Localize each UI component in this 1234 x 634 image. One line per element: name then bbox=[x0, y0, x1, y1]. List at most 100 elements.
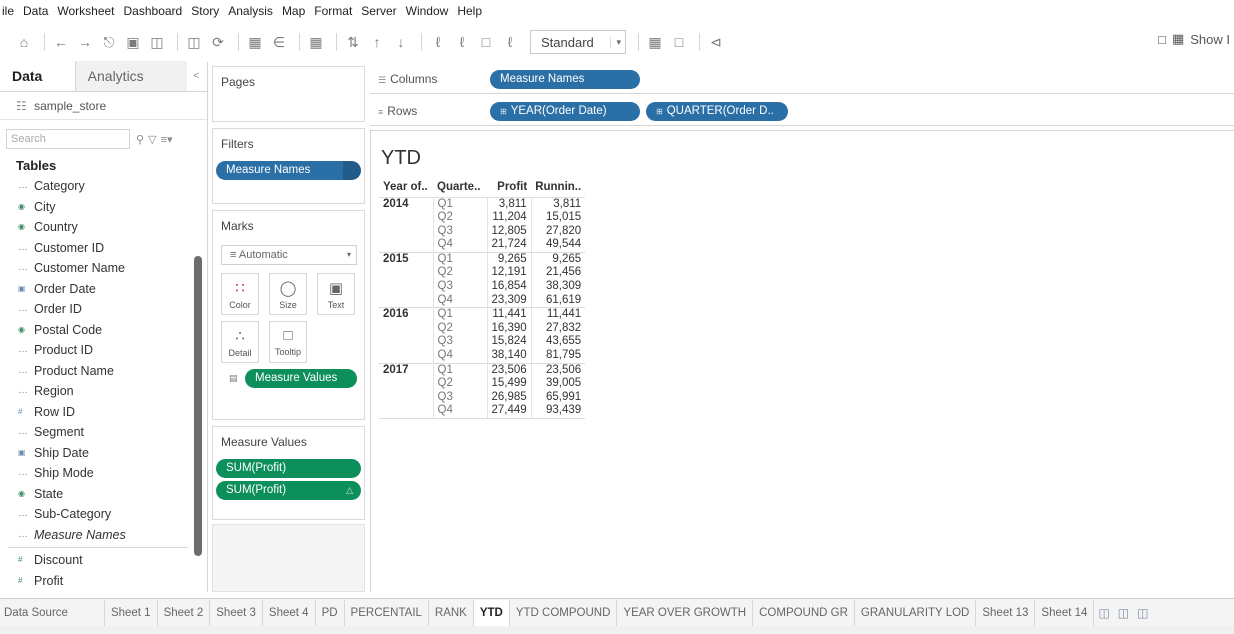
sheet-tab-compound-gr[interactable]: COMPOUND GR bbox=[753, 599, 855, 626]
sheet-tab-sheet-1[interactable]: Sheet 1 bbox=[105, 599, 158, 626]
quarter-cell[interactable]: Q1 bbox=[432, 197, 487, 212]
run-update-icon[interactable]: ▦ bbox=[245, 31, 265, 53]
sheet-tab-sheet-14[interactable]: Sheet 14 bbox=[1035, 599, 1095, 626]
quarter-cell[interactable]: Q4 bbox=[432, 293, 487, 309]
worksheet-view[interactable]: YTD Year of.. Quarte.. Profit Runnin.. 2… bbox=[370, 130, 1234, 592]
quarter-cell[interactable]: Q3 bbox=[432, 390, 487, 405]
size-button[interactable]: ◯ Size bbox=[269, 273, 307, 315]
quarter-cell[interactable]: Q4 bbox=[432, 404, 487, 420]
home-icon[interactable]: ⌂ bbox=[14, 31, 34, 53]
quarter-cell[interactable]: Q3 bbox=[432, 224, 487, 239]
data-source-tab[interactable]: Data Source bbox=[0, 599, 105, 626]
search-icon[interactable]: ⚲ bbox=[136, 133, 144, 146]
sheet-tab-sheet-2[interactable]: Sheet 2 bbox=[158, 599, 211, 626]
pages-card[interactable]: Pages bbox=[212, 66, 365, 122]
measure-value-pill-2[interactable]: SUM(Profit) △ bbox=[216, 481, 361, 500]
tooltip-icon[interactable]: □ bbox=[669, 31, 689, 53]
quarter-cell[interactable]: Q2 bbox=[432, 377, 487, 391]
quarter-cell[interactable]: Q1 bbox=[432, 252, 487, 267]
year-cell[interactable]: 2017 bbox=[379, 363, 433, 420]
datasource-item[interactable]: ☷ sample_store bbox=[0, 92, 207, 120]
pill-menu-handle[interactable] bbox=[343, 161, 361, 180]
menu-item-worksheet[interactable]: Worksheet bbox=[57, 4, 114, 18]
pause-icon[interactable]: ∈ bbox=[269, 31, 289, 53]
menu-item-help[interactable]: Help bbox=[457, 4, 482, 18]
sheet-tab-sheet-3[interactable]: Sheet 3 bbox=[210, 599, 263, 626]
sheet-tab-ytd[interactable]: YTD bbox=[473, 599, 510, 626]
sheet-tab-ytd-compound[interactable]: YTD COMPOUND bbox=[510, 599, 618, 626]
redo-icon[interactable]: → bbox=[75, 31, 95, 53]
data-pane-scrollbar[interactable] bbox=[194, 256, 202, 556]
field-customer-name[interactable]: … Customer Name bbox=[0, 258, 207, 279]
new-sheet-icon[interactable]: ▦ bbox=[306, 31, 326, 53]
tab-analytics[interactable]: Analytics bbox=[75, 61, 188, 91]
field-region[interactable]: … Region bbox=[0, 381, 207, 402]
sheet-tab-year-over-growth[interactable]: YEAR OVER GROWTH bbox=[617, 599, 754, 626]
sheet-tab-granularity-lod[interactable]: GRANULARITY LOD bbox=[855, 599, 977, 626]
header-quarter[interactable]: Quarte.. bbox=[433, 177, 487, 198]
menu-item-dashboard[interactable]: Dashboard bbox=[124, 4, 183, 18]
field-discount[interactable]: # Discount bbox=[0, 550, 207, 571]
quarter-cell[interactable]: Q2 bbox=[432, 211, 487, 225]
menu-item-map[interactable]: Map bbox=[282, 4, 305, 18]
show-me-button[interactable]: □ ▦ Show I bbox=[1158, 31, 1230, 47]
filter-icon[interactable]: ▽ bbox=[148, 133, 156, 146]
field-category[interactable]: … Category bbox=[0, 176, 207, 197]
field-order-date[interactable]: ▣ Order Date bbox=[0, 279, 207, 300]
field-ship-mode[interactable]: … Ship Mode bbox=[0, 463, 207, 484]
new-dashboard-icon[interactable]: ◫ bbox=[1114, 606, 1133, 620]
replay-icon[interactable]: ⎋ bbox=[99, 31, 119, 53]
new-worksheet-icon[interactable]: ◫ bbox=[1094, 606, 1113, 620]
menu-item-server[interactable]: Server bbox=[361, 4, 396, 18]
field-state[interactable]: ◉ State bbox=[0, 484, 207, 505]
tooltip-button[interactable]: □ Tooltip bbox=[269, 321, 307, 363]
sheet-tab-sheet-4[interactable]: Sheet 4 bbox=[263, 599, 316, 626]
quarter-cell[interactable]: Q4 bbox=[432, 238, 487, 253]
filter-pill-measure-names[interactable]: Measure Names bbox=[216, 161, 361, 180]
year-cell[interactable]: 2016 bbox=[379, 307, 433, 364]
menu-item-data[interactable]: Data bbox=[23, 4, 48, 18]
detail-button[interactable]: ∴ Detail bbox=[221, 321, 259, 363]
year-cell[interactable]: 2014 bbox=[379, 197, 433, 253]
sheet-tab-pd[interactable]: PD bbox=[316, 599, 345, 626]
tab-data[interactable]: Data bbox=[0, 61, 76, 91]
menu-item-ile[interactable]: ile bbox=[2, 4, 14, 18]
sheet-tab-sheet-13[interactable]: Sheet 13 bbox=[976, 599, 1036, 626]
field-customer-id[interactable]: … Customer ID bbox=[0, 238, 207, 259]
measure-value-pill-1[interactable]: SUM(Profit) bbox=[216, 459, 361, 478]
text-button[interactable]: ▣ Text bbox=[317, 273, 355, 315]
menu-item-format[interactable]: Format bbox=[314, 4, 352, 18]
field-ship-date[interactable]: ▣ Ship Date bbox=[0, 443, 207, 464]
field-order-id[interactable]: … Order ID bbox=[0, 299, 207, 320]
field-postal-code[interactable]: ◉ Postal Code bbox=[0, 320, 207, 341]
quarter-cell[interactable]: Q3 bbox=[432, 280, 487, 294]
fit-dropdown[interactable]: Standard ▾ bbox=[530, 30, 626, 54]
year-cell[interactable]: 2015 bbox=[379, 252, 433, 309]
pen-icon[interactable]: ℓ bbox=[452, 31, 472, 53]
menu-item-analysis[interactable]: Analysis bbox=[228, 4, 273, 18]
field-row-id[interactable]: # Row ID bbox=[0, 402, 207, 423]
quarter-cell[interactable]: Q4 bbox=[432, 349, 487, 364]
field-measure-names[interactable]: … Measure Names bbox=[0, 525, 207, 546]
field-segment[interactable]: … Segment bbox=[0, 422, 207, 443]
sheet-tab-rank[interactable]: RANK bbox=[429, 599, 474, 626]
swap-icon[interactable]: ⇅ bbox=[343, 31, 363, 53]
field-country[interactable]: ◉ Country bbox=[0, 217, 207, 238]
rows-pill-year[interactable]: ⊞ YEAR(Order Date) bbox=[490, 102, 640, 121]
columns-shelf[interactable]: ☰ Columns Measure Names bbox=[370, 66, 1234, 94]
field-profit[interactable]: # Profit bbox=[0, 571, 207, 592]
sort-descending-icon[interactable]: ↓ bbox=[391, 31, 411, 53]
group-icon[interactable]: □ bbox=[476, 31, 496, 53]
new-datasource-icon[interactable]: ◫ bbox=[147, 31, 167, 53]
mark-type-dropdown[interactable]: ≡ Automatic ▾ bbox=[221, 245, 357, 265]
quarter-cell[interactable]: Q2 bbox=[432, 321, 487, 336]
rows-shelf[interactable]: ≡ Rows ⊞ YEAR(Order Date) ⊞ QUARTER(Order D… bbox=[370, 98, 1234, 126]
sheet-tab-percentail[interactable]: PERCENTAIL bbox=[345, 599, 429, 626]
refresh-icon[interactable]: ⟳ bbox=[208, 31, 228, 53]
pin-icon[interactable]: ℓ bbox=[500, 31, 520, 53]
header-year[interactable]: Year of.. bbox=[379, 177, 433, 198]
undo-icon[interactable]: ← bbox=[51, 31, 71, 53]
marks-pill-measure-values[interactable]: Measure Values bbox=[245, 369, 357, 388]
new-worksheet-icon[interactable]: ◫ bbox=[184, 31, 204, 53]
field-product-name[interactable]: … Product Name bbox=[0, 361, 207, 382]
